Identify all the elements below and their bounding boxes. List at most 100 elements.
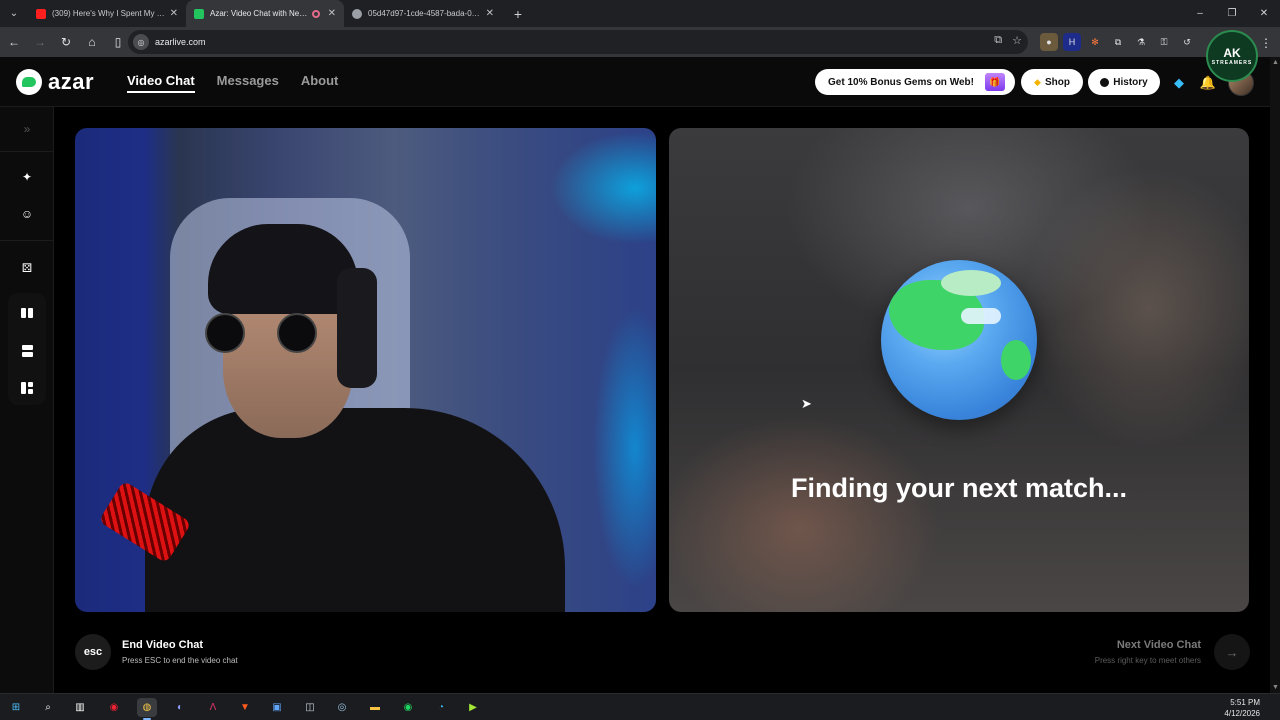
- task-view-icon[interactable]: ▥: [70, 698, 90, 717]
- minimize-button[interactable]: –: [1184, 0, 1216, 27]
- install-app-icon[interactable]: ⧉: [994, 34, 1002, 47]
- close-tab-icon[interactable]: ✕: [486, 8, 494, 19]
- screen: ⌄ (309) Here's Why I Spent My Co... ✕ Az…: [0, 0, 1280, 720]
- address-bar-actions: ⧉ ☆: [994, 34, 1022, 47]
- browser-tab-youtube[interactable]: (309) Here's Why I Spent My Co... ✕: [28, 0, 186, 27]
- brave-icon[interactable]: ▼: [235, 698, 255, 717]
- restore-button[interactable]: ❐: [1216, 0, 1248, 27]
- close-tab-icon[interactable]: ✕: [170, 8, 178, 19]
- smiley-icon[interactable]: ☺: [17, 204, 37, 224]
- windows-start-icon[interactable]: ⊞: [6, 698, 26, 717]
- extension-gear-icon[interactable]: ✻: [1086, 33, 1104, 51]
- tab-title: Azar: Video Chat with New ...: [210, 9, 308, 18]
- address-bar[interactable]: ◎ azarlive.com ⧉ ☆: [128, 30, 1028, 54]
- nav-messages[interactable]: Messages: [217, 73, 279, 93]
- back-button[interactable]: ←: [2, 30, 26, 54]
- history-label: History: [1113, 76, 1148, 88]
- app-header: azar Video Chat Messages About Get 10% B…: [0, 57, 1270, 107]
- bonus-gems-promo-button[interactable]: Get 10% Bonus Gems on Web! 🎁: [815, 69, 1015, 95]
- next-video-chat-title: Next Video Chat: [1116, 639, 1201, 651]
- next-video-chat-hint: Press right key to meet others: [1094, 656, 1201, 665]
- site-info-icon[interactable]: ◎: [133, 34, 149, 50]
- extension-key-icon[interactable]: ⚿: [1155, 33, 1173, 51]
- url-text: azarlive.com: [155, 37, 206, 47]
- file-explorer-icon[interactable]: ▬: [365, 698, 385, 717]
- person-beanie: [208, 224, 358, 314]
- layout-split-horizontal-icon[interactable]: [17, 341, 37, 361]
- home-button[interactable]: ⌂: [80, 30, 104, 54]
- tab-search-icon[interactable]: ⌄: [4, 4, 24, 24]
- extension-flask-icon[interactable]: ⚗: [1132, 33, 1150, 51]
- notification-bell-icon[interactable]: 🔔: [1199, 74, 1217, 92]
- divider: [0, 151, 54, 152]
- windows-taskbar: ⊞ ⌕ ▥ ◉ ◍ ◐ Λ ▼ ▣ ◫ ◎ ▬ ◉ ◔ ▶ 5:51 PM 4/…: [0, 693, 1280, 720]
- controller-icon[interactable]: ◫: [300, 698, 320, 717]
- media-player-icon[interactable]: ▶: [463, 698, 483, 717]
- bookmark-star-icon[interactable]: ☆: [1012, 34, 1022, 47]
- brand-name: azar: [48, 69, 95, 94]
- gems-balance-icon[interactable]: ◆: [1170, 74, 1188, 92]
- search-icon[interactable]: ⌕: [38, 698, 58, 717]
- clock-time: 5:51 PM: [1230, 698, 1260, 707]
- azar-logo-mark-icon: [16, 69, 42, 95]
- steam-icon[interactable]: ◎: [332, 698, 352, 717]
- video-chat-area: Finding your next match... ➤ esc End Vid…: [55, 107, 1270, 693]
- globe-favicon-icon: [352, 8, 362, 19]
- globe-cloud: [961, 308, 1001, 324]
- edge-icon[interactable]: ◔: [431, 698, 451, 717]
- layout-split-vertical-icon[interactable]: [17, 303, 37, 323]
- ak-logo-text: AK: [1223, 46, 1241, 60]
- end-video-chat-hint: Press ESC to end the video chat: [122, 656, 238, 665]
- history-button[interactable]: History: [1088, 69, 1160, 95]
- promo-label: Get 10% Bonus Gems on Web!: [828, 76, 974, 88]
- extension-cookie-icon[interactable]: ●: [1040, 33, 1058, 51]
- browser-tab-uuid[interactable]: 05d47d97-1cde-4587-bada-0c8... ✕: [344, 0, 502, 27]
- shop-button[interactable]: ◆ Shop: [1021, 69, 1083, 95]
- divider: [0, 240, 54, 241]
- page-scrollbar[interactable]: ▲ ▼: [1270, 57, 1280, 693]
- expand-icon[interactable]: »: [17, 119, 37, 139]
- reload-button[interactable]: ↻: [54, 30, 78, 54]
- person-shirt: [145, 408, 565, 612]
- side-panel-button[interactable]: ▯: [106, 30, 130, 54]
- extension-sync-icon[interactable]: ↺: [1178, 33, 1196, 51]
- browser-menu-icon[interactable]: ⋮: [1260, 36, 1272, 50]
- clock-date: 4/12/2026: [1224, 709, 1260, 718]
- shop-label: Shop: [1044, 76, 1070, 88]
- spotify-icon[interactable]: ◉: [398, 698, 418, 717]
- close-window-button[interactable]: ✕: [1248, 0, 1280, 27]
- app-icon[interactable]: ◉: [104, 698, 124, 717]
- tab-title: (309) Here's Why I Spent My Co...: [52, 9, 166, 18]
- my-camera-video: [75, 128, 656, 612]
- affinity-icon[interactable]: Λ: [203, 698, 223, 717]
- azar-favicon-icon: [194, 8, 204, 19]
- next-video-chat-button[interactable]: →: [1214, 634, 1250, 670]
- gift-icon: 🎁: [985, 73, 1005, 91]
- close-tab-icon[interactable]: ✕: [328, 8, 336, 19]
- finding-match-text: Finding your next match...: [790, 473, 1128, 503]
- new-tab-button[interactable]: +: [506, 2, 530, 26]
- nav-about[interactable]: About: [301, 73, 339, 93]
- magic-wand-icon[interactable]: ✦: [17, 167, 37, 187]
- mouse-cursor-icon: ➤: [801, 396, 812, 411]
- scroll-down-icon[interactable]: ▼: [1272, 684, 1279, 691]
- azar-logo[interactable]: azar: [16, 69, 94, 95]
- discord-icon[interactable]: ◐: [170, 698, 190, 717]
- extension-h-icon[interactable]: H: [1063, 33, 1081, 51]
- scroll-up-icon[interactable]: ▲: [1272, 59, 1279, 66]
- layout-grid-icon[interactable]: [17, 378, 37, 398]
- end-video-chat-button[interactable]: esc: [75, 634, 111, 670]
- system-clock[interactable]: 5:51 PM 4/12/2026: [1224, 697, 1260, 719]
- clock-icon: [1100, 77, 1110, 87]
- ak-streamers-logo[interactable]: AK STREAMERS: [1206, 30, 1258, 82]
- chrome-icon[interactable]: ◍: [137, 698, 157, 720]
- extensions-puzzle-icon[interactable]: ⧉: [1109, 33, 1127, 51]
- browser-tab-azar[interactable]: Azar: Video Chat with New ... ✕: [186, 0, 344, 27]
- nav-video-chat[interactable]: Video Chat: [127, 73, 195, 93]
- forward-button[interactable]: →: [28, 30, 52, 54]
- remote-desktop-icon[interactable]: ▣: [267, 698, 287, 717]
- recording-indicator-icon: [311, 9, 320, 18]
- dice-icon[interactable]: ⚄: [17, 258, 37, 278]
- top-navigation: Video Chat Messages About: [127, 73, 338, 93]
- end-video-chat-title: End Video Chat: [122, 639, 204, 651]
